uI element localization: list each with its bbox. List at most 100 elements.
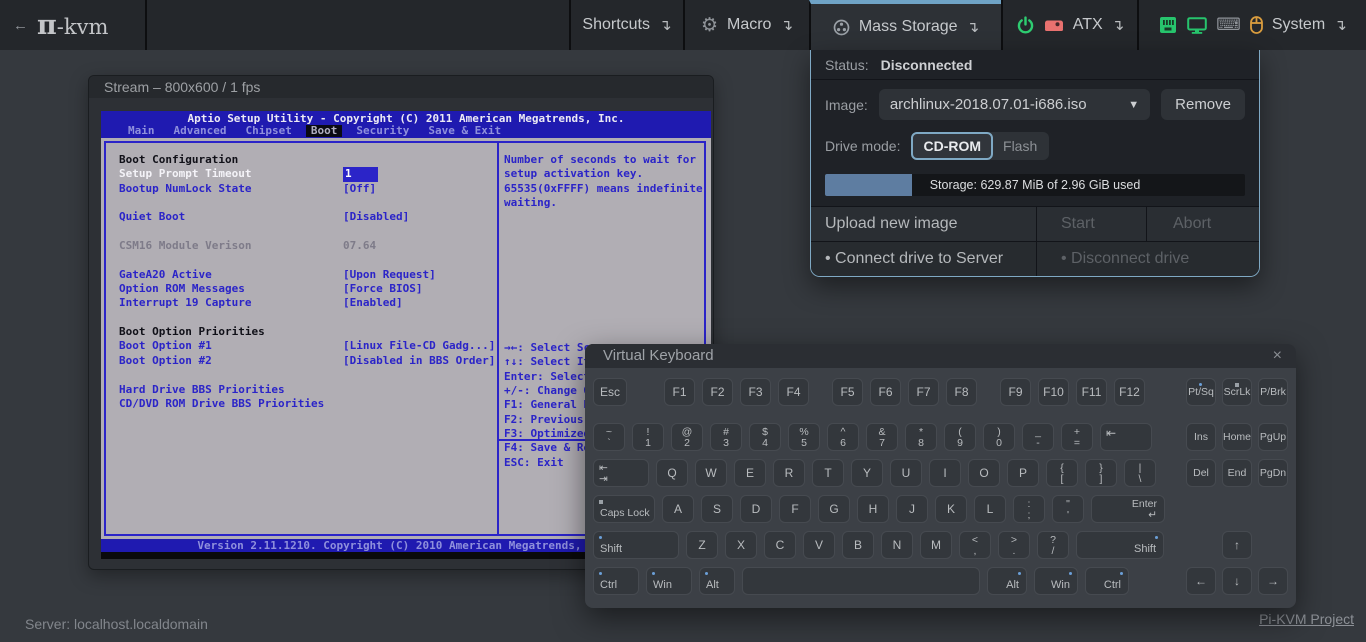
key-space[interactable] — [742, 567, 980, 595]
key-f11[interactable]: F11 — [1076, 378, 1107, 406]
key-7[interactable]: &7 — [866, 423, 898, 451]
key-f[interactable]: F — [779, 495, 811, 523]
key-lshift[interactable]: Shift — [593, 531, 679, 559]
key-f8[interactable]: F8 — [946, 378, 977, 406]
key-rshift[interactable]: Shift — [1076, 531, 1164, 559]
image-select[interactable]: archlinux-2018.07.01-i686.iso ▼ — [879, 89, 1150, 120]
key-end[interactable]: End — [1222, 459, 1252, 487]
key-up[interactable]: ↑ — [1222, 531, 1252, 559]
nav-item-macro[interactable]: ⚙Macro↴ — [683, 0, 809, 50]
key-f10[interactable]: F10 — [1038, 378, 1069, 406]
key-j[interactable]: J — [896, 495, 928, 523]
key-comma[interactable]: <, — [959, 531, 991, 559]
key-t[interactable]: T — [812, 459, 844, 487]
key-lctrl[interactable]: Ctrl — [593, 567, 639, 595]
key-z[interactable]: Z — [686, 531, 718, 559]
key-esc[interactable]: Esc — [593, 378, 627, 406]
key-f7[interactable]: F7 — [908, 378, 939, 406]
key-slash[interactable]: ?/ — [1037, 531, 1069, 559]
key-0[interactable]: )0 — [983, 423, 1015, 451]
mode-flash-button[interactable]: Flash — [989, 132, 1049, 160]
key-m[interactable]: M — [920, 531, 952, 559]
key-n[interactable]: N — [881, 531, 913, 559]
key-quote[interactable]: "' — [1052, 495, 1084, 523]
mode-cdrom-button[interactable]: CD-ROM — [911, 132, 993, 160]
logo[interactable]: ← π-kvm — [0, 0, 147, 50]
key-ptsq[interactable]: Pt/Sq — [1186, 378, 1216, 406]
key-right[interactable]: → — [1258, 567, 1288, 595]
key-backtick[interactable]: ~` — [593, 423, 625, 451]
key-w[interactable]: W — [695, 459, 727, 487]
key-1[interactable]: !1 — [632, 423, 664, 451]
key-i[interactable]: I — [929, 459, 961, 487]
key-pbrk[interactable]: P/Brk — [1258, 378, 1288, 406]
key-6[interactable]: ^6 — [827, 423, 859, 451]
key-f9[interactable]: F9 — [1000, 378, 1031, 406]
key-x[interactable]: X — [725, 531, 757, 559]
key-l[interactable]: L — [974, 495, 1006, 523]
key-d[interactable]: D — [740, 495, 772, 523]
key-lbracket[interactable]: {[ — [1046, 459, 1078, 487]
key-o[interactable]: O — [968, 459, 1000, 487]
key-pgdn[interactable]: PgDn — [1258, 459, 1288, 487]
key-f4[interactable]: F4 — [778, 378, 809, 406]
key-c[interactable]: C — [764, 531, 796, 559]
key-down[interactable]: ↓ — [1222, 567, 1252, 595]
remove-button[interactable]: Remove — [1161, 89, 1245, 120]
key-h[interactable]: H — [857, 495, 889, 523]
key-scrlk[interactable]: ScrLk — [1222, 378, 1252, 406]
key-f3[interactable]: F3 — [740, 378, 771, 406]
upload-new-image-button[interactable]: Upload new image — [811, 207, 1037, 241]
key-rbracket[interactable]: }] — [1085, 459, 1117, 487]
key-equals[interactable]: += — [1061, 423, 1093, 451]
virtual-keyboard-titlebar[interactable]: Virtual Keyboard × — [585, 344, 1296, 368]
nav-item-atx[interactable]: ATX↴ — [1001, 0, 1137, 50]
key-4[interactable]: $4 — [749, 423, 781, 451]
key-8[interactable]: *8 — [905, 423, 937, 451]
key-f5[interactable]: F5 — [832, 378, 863, 406]
key-minus[interactable]: _- — [1022, 423, 1054, 451]
key-capslock[interactable]: Caps Lock — [593, 495, 655, 523]
key-ralt[interactable]: Alt — [987, 567, 1027, 595]
key-b[interactable]: B — [842, 531, 874, 559]
key-tab[interactable]: ⇤⇥ — [593, 459, 649, 487]
close-icon[interactable]: × — [1273, 344, 1282, 368]
key-rwin[interactable]: Win — [1034, 567, 1078, 595]
key-pgup[interactable]: PgUp — [1258, 423, 1288, 451]
key-enter[interactable]: Enter↵ — [1091, 495, 1165, 523]
key-5[interactable]: %5 — [788, 423, 820, 451]
key-p[interactable]: P — [1007, 459, 1039, 487]
key-f2[interactable]: F2 — [702, 378, 733, 406]
key-backspace[interactable]: ⇤ — [1100, 423, 1152, 451]
key-v[interactable]: V — [803, 531, 835, 559]
key-g[interactable]: G — [818, 495, 850, 523]
key-period[interactable]: >. — [998, 531, 1030, 559]
key-backslash[interactable]: |\ — [1124, 459, 1156, 487]
key-k[interactable]: K — [935, 495, 967, 523]
key-f6[interactable]: F6 — [870, 378, 901, 406]
key-home[interactable]: Home — [1222, 423, 1252, 451]
connect-drive-button[interactable]: • Connect drive to Server — [811, 242, 1037, 276]
back-arrow-icon[interactable]: ← — [13, 17, 28, 34]
key-a[interactable]: A — [662, 495, 694, 523]
key-9[interactable]: (9 — [944, 423, 976, 451]
key-2[interactable]: @2 — [671, 423, 703, 451]
key-f12[interactable]: F12 — [1114, 378, 1145, 406]
key-rctrl[interactable]: Ctrl — [1085, 567, 1129, 595]
key-lwin[interactable]: Win — [646, 567, 692, 595]
key-r[interactable]: R — [773, 459, 805, 487]
key-delete[interactable]: Del — [1186, 459, 1216, 487]
key-3[interactable]: #3 — [710, 423, 742, 451]
key-left[interactable]: ← — [1186, 567, 1216, 595]
nav-item-shortcuts[interactable]: Shortcuts↴ — [569, 0, 683, 50]
key-q[interactable]: Q — [656, 459, 688, 487]
key-f1[interactable]: F1 — [664, 378, 695, 406]
key-insert[interactable]: Ins — [1186, 423, 1216, 451]
key-semicolon[interactable]: :; — [1013, 495, 1045, 523]
key-y[interactable]: Y — [851, 459, 883, 487]
key-e[interactable]: E — [734, 459, 766, 487]
key-lalt[interactable]: Alt — [699, 567, 735, 595]
pikvm-project-link[interactable]: Pi-KVM Project — [1259, 611, 1354, 627]
key-s[interactable]: S — [701, 495, 733, 523]
key-u[interactable]: U — [890, 459, 922, 487]
